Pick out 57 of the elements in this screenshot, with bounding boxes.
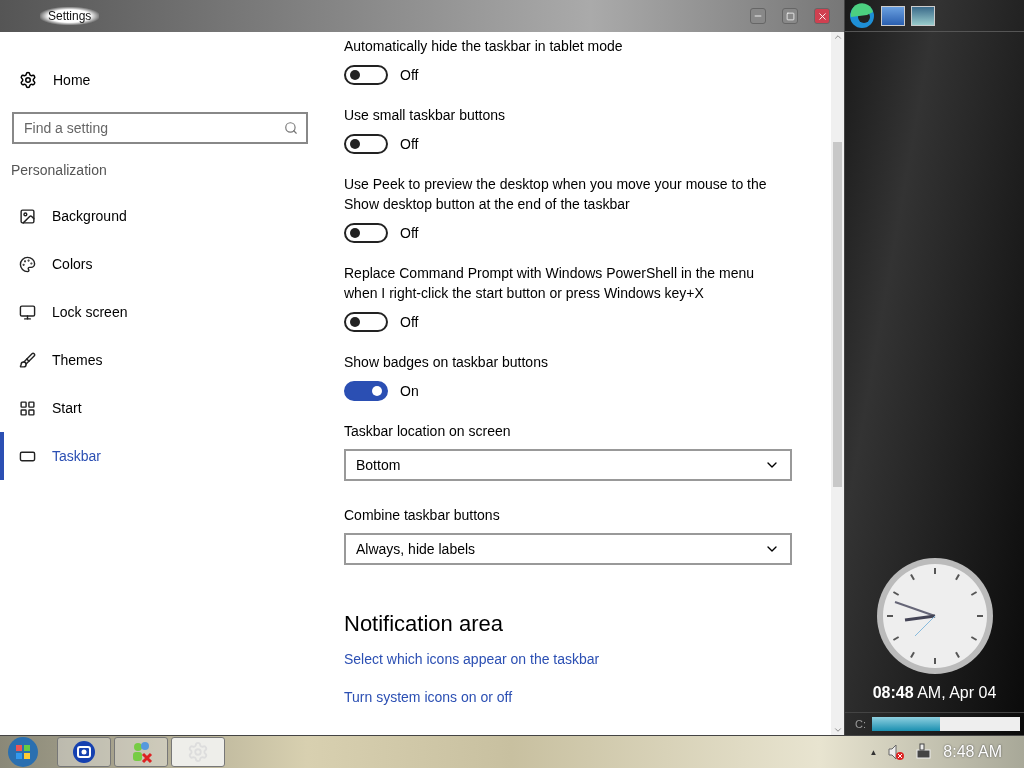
toggle-state: Off <box>400 136 419 152</box>
tray-expand-button[interactable]: ▲ <box>869 747 878 757</box>
close-icon <box>816 10 828 22</box>
camera-icon <box>72 740 96 764</box>
desktop-icon[interactable] <box>881 5 905 26</box>
toggle-switch[interactable] <box>344 134 388 154</box>
brush-icon <box>19 351 36 369</box>
section-heading: Notification area <box>344 611 504 637</box>
minimize-button[interactable] <box>750 8 766 24</box>
settings-icon <box>19 71 37 89</box>
toggle-state: Off <box>400 225 419 241</box>
toggle-state: Off <box>400 314 419 330</box>
search-icon <box>284 121 298 135</box>
window-title: Settings <box>40 7 100 25</box>
clock-date: 08:48 AM, Apr 04 <box>872 684 997 702</box>
sidebar-item[interactable]: Background <box>0 192 330 240</box>
windows-icon[interactable] <box>911 5 935 26</box>
toggle-switch[interactable] <box>344 381 388 401</box>
settings-link[interactable]: Select which icons appear on the taskbar <box>344 651 600 667</box>
sidebar-item[interactable]: Themes <box>0 336 330 384</box>
palette-icon <box>19 255 36 273</box>
setting-label: Combine taskbar buttons <box>344 506 501 525</box>
toggle-switch[interactable] <box>344 223 388 243</box>
setting-label: Use small taskbar buttons <box>344 106 507 125</box>
dropdown[interactable]: Always, hide labels <box>344 533 792 565</box>
setting-label: Use Peek to preview the desktop when you move your mouse to the Show desktop button at the end of the taskbar <box>344 175 768 214</box>
dropdown[interactable]: Bottom <box>344 449 792 481</box>
sidebar-item[interactable]: Lock screen <box>0 288 330 336</box>
setting-label: Automatically hide the taskbar in tablet mode <box>344 37 624 56</box>
taskbar-app-button[interactable] <box>57 737 111 767</box>
drive-label: C: <box>855 718 866 730</box>
toggle-state: On <box>400 383 419 399</box>
section-label: Personalization <box>10 161 108 180</box>
close-button[interactable] <box>814 8 830 24</box>
windows-logo-icon <box>7 736 39 768</box>
maximize-icon <box>785 11 795 21</box>
home-nav-item[interactable]: Home <box>0 56 330 104</box>
monitor-icon <box>19 303 36 321</box>
setting-label: Taskbar location on screen <box>344 422 512 441</box>
muted-speaker-icon[interactable] <box>887 743 906 761</box>
setting-label: Show badges on taskbar buttons <box>344 353 549 372</box>
start-button[interactable] <box>6 736 40 768</box>
setting-label: Replace Command Prompt with Windows PowerShell in the menu when I right-click the start button or press Windows key+X <box>344 264 756 303</box>
network-icon[interactable] <box>915 743 934 761</box>
image-icon <box>19 207 36 225</box>
grid-icon <box>19 399 36 417</box>
browser-icon[interactable] <box>849 2 875 29</box>
sidebar-item[interactable]: Colors <box>0 240 330 288</box>
search-field[interactable]: Find a setting <box>12 112 308 144</box>
sidebar-item[interactable]: Start <box>0 384 330 432</box>
toggle-state: Off <box>400 67 419 83</box>
sidebar-item[interactable]: Taskbar <box>0 432 330 480</box>
maximize-button[interactable] <box>782 8 798 24</box>
taskbar-app-button[interactable] <box>171 737 225 767</box>
toggle-switch[interactable] <box>344 65 388 85</box>
settings-link[interactable]: Turn system icons on or off <box>344 689 513 705</box>
toggle-switch[interactable] <box>344 312 388 332</box>
